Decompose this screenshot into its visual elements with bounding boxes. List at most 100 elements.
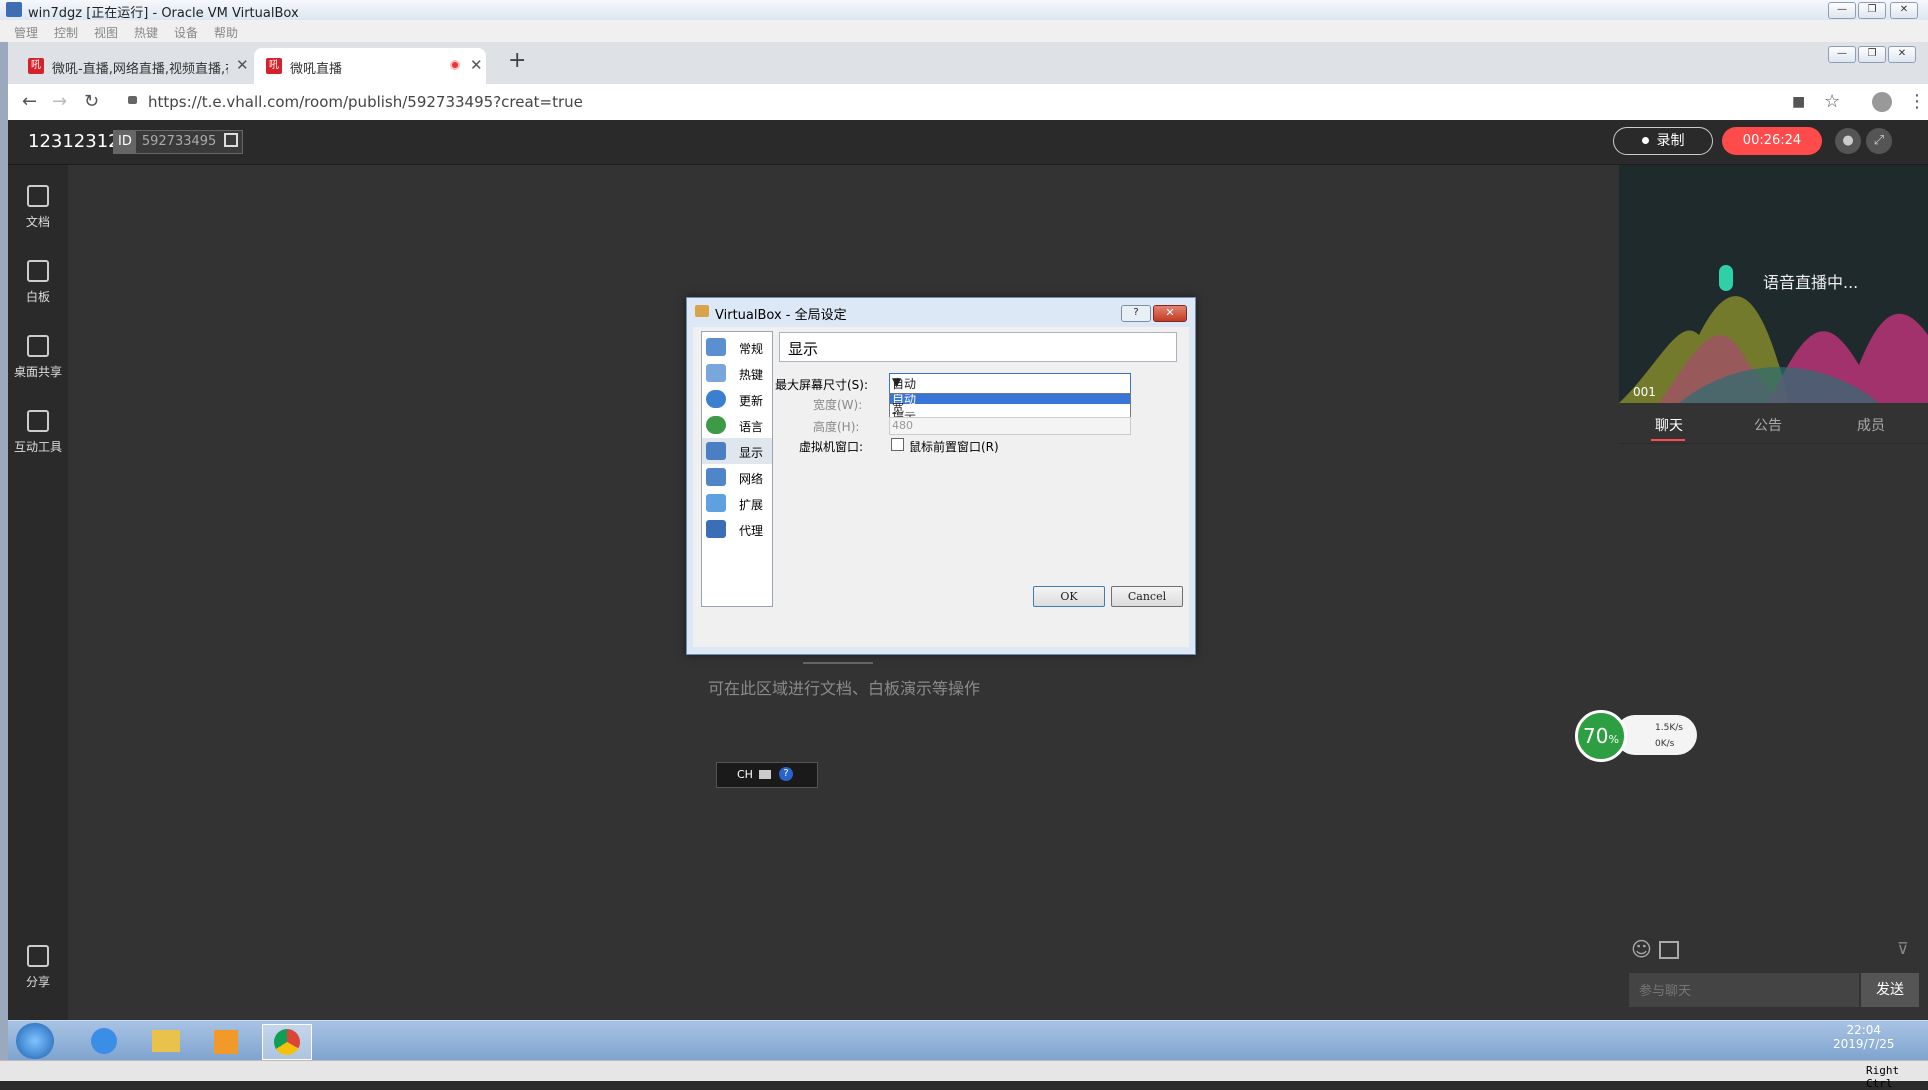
width-label: 宽度(W): xyxy=(813,398,863,412)
max-size-select[interactable]: 自动 ▼ xyxy=(889,373,1131,394)
voice-id: 001 xyxy=(1633,385,1656,399)
clock[interactable]: 22:04 2019/7/25 xyxy=(1833,1023,1895,1051)
wrench-icon xyxy=(695,305,709,317)
media-player-icon[interactable] xyxy=(202,1024,250,1058)
nav-hotkey[interactable]: 热键 xyxy=(702,360,772,386)
record-button[interactable]: 录制 xyxy=(1613,127,1713,155)
send-button[interactable]: 发送 xyxy=(1861,973,1919,1007)
upload-speed: 1.5K/s xyxy=(1655,723,1683,733)
cancel-button[interactable]: Cancel xyxy=(1111,586,1183,607)
dialog-help-button[interactable]: ? xyxy=(1121,305,1151,322)
menu-devices[interactable]: 设备 xyxy=(174,24,198,41)
vm-window-label: 虚拟机窗口: xyxy=(799,440,864,454)
virtualbox-settings-dialog: VirtualBox - 全局设定 ? ✕ 常规 热键 更新 语言 显示 网络 … xyxy=(686,297,1196,655)
menu-view[interactable]: 视图 xyxy=(94,24,118,41)
filter-icon[interactable]: ⊽ xyxy=(1897,939,1909,958)
help-icon[interactable]: ? xyxy=(779,767,793,781)
recording-icon xyxy=(450,60,460,70)
height-input[interactable]: 480 xyxy=(889,417,1131,435)
tab-vhall-home[interactable]: 吼 微吼-直播,网络直播,视频直播,在 ✕ xyxy=(16,48,252,84)
tab-chat[interactable]: 聊天 xyxy=(1655,415,1683,435)
room-id-box: ID 592733495 xyxy=(113,130,244,154)
live-timer-button[interactable]: 00:26:24 xyxy=(1722,127,1822,155)
new-tab-icon[interactable]: + xyxy=(508,48,526,73)
camera-icon[interactable]: ■ xyxy=(1792,94,1805,110)
language-bar[interactable]: CH ? xyxy=(716,762,818,788)
keyboard-icon[interactable] xyxy=(759,770,771,779)
tool-desktop-share[interactable]: 桌面共享 xyxy=(8,335,68,380)
nav-display[interactable]: 显示 xyxy=(702,438,772,464)
voice-status-text: 语音直播中... xyxy=(1763,273,1859,292)
dialog-close-button[interactable]: ✕ xyxy=(1153,305,1187,322)
tool-document[interactable]: 文档 xyxy=(8,185,68,230)
chat-input[interactable] xyxy=(1629,973,1859,1007)
profile-avatar-icon[interactable] xyxy=(1872,92,1892,112)
nav-label: 网络 xyxy=(739,472,764,486)
voice-live-area: 语音直播中... 001 xyxy=(1619,165,1928,403)
raise-window-checkbox[interactable] xyxy=(891,438,904,451)
nav-network[interactable]: 网络 xyxy=(702,464,772,490)
nav-language[interactable]: 语言 xyxy=(702,412,772,438)
tool-share[interactable]: 分享 xyxy=(8,945,68,990)
tab-close-icon[interactable]: ✕ xyxy=(470,56,483,74)
chat-messages xyxy=(1619,444,1928,924)
menu-manage[interactable]: 管理 xyxy=(14,24,38,41)
browser-minimize-button[interactable]: — xyxy=(1828,46,1856,63)
browser-close-button[interactable]: ✕ xyxy=(1888,46,1916,63)
dropdown-arrow-icon[interactable]: ▼ xyxy=(892,375,1128,389)
browser-restore-button[interactable]: ❐ xyxy=(1858,46,1886,63)
tab-vhall-live[interactable]: 吼 微吼直播 ✕ xyxy=(254,48,486,84)
network-icon xyxy=(706,468,726,486)
restore-button[interactable]: ❐ xyxy=(1858,2,1886,19)
tab-close-icon[interactable]: ✕ xyxy=(236,56,249,74)
browser-tabbar: 吼 微吼-直播,网络直播,视频直播,在 ✕ 吼 微吼直播 ✕ + — ❐ ✕ xyxy=(8,42,1928,84)
fullscreen-icon[interactable]: ⤢ xyxy=(1866,128,1892,154)
menu-help[interactable]: 帮助 xyxy=(214,24,238,41)
explorer-icon[interactable] xyxy=(142,1024,190,1058)
tab-members[interactable]: 成员 xyxy=(1857,415,1885,435)
nav-update[interactable]: 更新 xyxy=(702,386,772,412)
url-field[interactable]: https://t.e.vhall.com/room/publish/59273… xyxy=(148,93,583,111)
chat-toolbar: ☺ ⊽ xyxy=(1619,935,1928,965)
ie-icon[interactable] xyxy=(80,1024,128,1058)
emoji-icon[interactable]: ☺ xyxy=(1631,937,1652,961)
tool-label: 文档 xyxy=(25,215,50,229)
bookmark-star-icon[interactable]: ☆ xyxy=(1824,91,1840,112)
nav-proxy[interactable]: 代理 xyxy=(702,516,772,542)
user-icon[interactable]: ● xyxy=(1835,128,1861,154)
chrome-icon[interactable] xyxy=(262,1024,312,1060)
start-button-icon[interactable] xyxy=(16,1023,54,1059)
height-label: 高度(H): xyxy=(813,420,860,434)
tool-whiteboard[interactable]: 白板 xyxy=(8,260,68,305)
nav-label: 语言 xyxy=(739,420,764,434)
nav-label: 热键 xyxy=(739,368,764,382)
id-label: ID xyxy=(114,131,136,153)
menu-dots-icon[interactable]: ⋮ xyxy=(1908,91,1926,112)
microphone-icon xyxy=(1719,265,1733,291)
minimize-button[interactable]: — xyxy=(1828,2,1856,19)
stage-hint: 可在此区域进行文档、白板演示等操作 xyxy=(708,679,981,698)
menu-hotkey[interactable]: 热键 xyxy=(134,24,158,41)
dialog-titlebar: VirtualBox - 全局设定 ? ✕ xyxy=(687,298,1195,326)
tool-label: 分享 xyxy=(25,975,50,989)
tool-interactive[interactable]: 互动工具 xyxy=(8,410,68,455)
dialog-title: VirtualBox - 全局设定 xyxy=(715,308,847,323)
tab-notice[interactable]: 公告 xyxy=(1754,415,1782,435)
close-button[interactable]: ✕ xyxy=(1890,2,1918,19)
windows-taskbar: 22:04 2019/7/25 xyxy=(8,1020,1928,1061)
virtualbox-icon xyxy=(6,2,22,17)
nav-extension[interactable]: 扩展 xyxy=(702,490,772,516)
record-dot-icon xyxy=(1641,137,1649,144)
ok-button[interactable]: OK xyxy=(1033,586,1105,607)
copy-icon[interactable] xyxy=(224,133,239,147)
forward-icon[interactable]: → xyxy=(52,91,67,112)
reload-icon[interactable]: ↻ xyxy=(84,91,99,112)
nav-general[interactable]: 常规 xyxy=(702,334,772,360)
back-icon[interactable]: ← xyxy=(22,91,37,112)
network-speed-widget[interactable]: 1.5K/s 0K/s 70% xyxy=(1575,710,1699,762)
image-icon[interactable] xyxy=(1659,941,1679,959)
menu-control[interactable]: 控制 xyxy=(54,24,78,41)
speed-pill: 1.5K/s 0K/s xyxy=(1615,715,1697,755)
right-panel: 语音直播中... 001 聊天 公告 成员 ☺ ⊽ 发送 xyxy=(1619,165,1928,1020)
vbox-statusbar: Right Ctrl xyxy=(0,1060,1928,1090)
